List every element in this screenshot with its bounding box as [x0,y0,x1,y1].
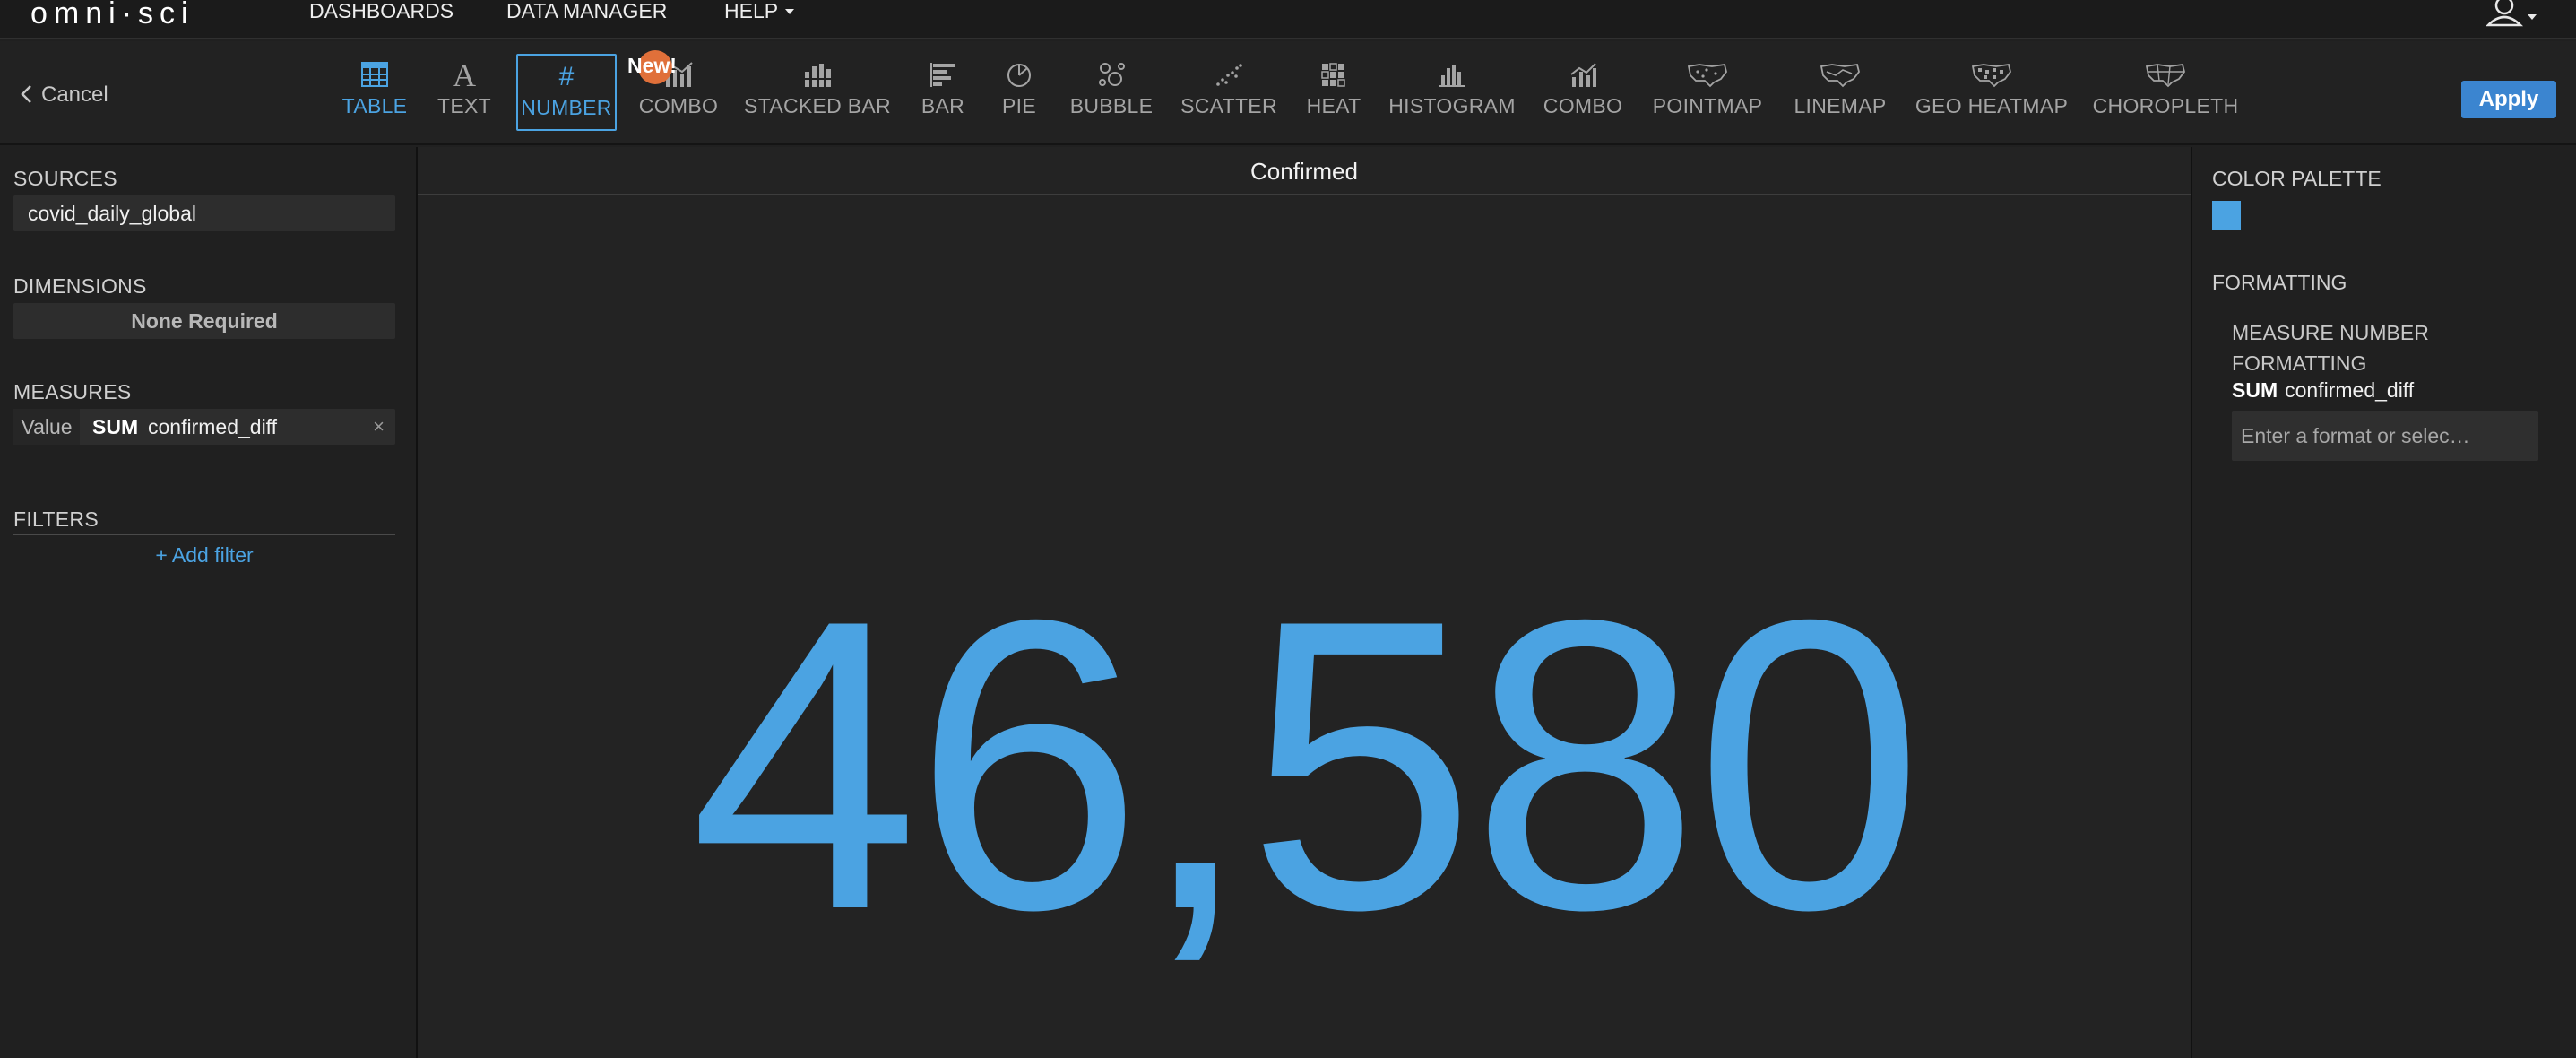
chart-type-label: HISTOGRAM [1388,94,1516,117]
measure-number-formatting-label-1: MEASURE NUMBER [2232,321,2429,344]
chart-type-label: GEO HEATMAP [1915,94,2069,117]
measure-number-formatting-label-2: FORMATTING [2232,351,2367,375]
chart-type-linemap[interactable]: LINEMAP [1793,57,1888,129]
geo-heatmap-icon [1971,63,2011,88]
choropleth-icon [2145,63,2185,88]
chart-type-heat[interactable]: HEAT [1305,57,1362,129]
left-panel: SOURCES covid_daily_global DIMENSIONS No… [0,147,414,1058]
formatting-title: FORMATTING [2212,271,2347,294]
dimensions-title: DIMENSIONS [13,274,147,298]
cancel-label: Cancel [41,82,108,107]
table-icon [361,62,388,87]
chart-type-label: COMBO [638,94,719,117]
chart-canvas: Confirmed 46,580 [416,147,2192,1058]
chart-type-choropleth[interactable]: CHOROPLETH [2093,57,2238,129]
measures-title: MEASURES [13,380,132,403]
filters-divider [13,534,395,535]
new-badge: New! [627,48,705,84]
chart-type-geo-heatmap[interactable]: GEO HEATMAP [1915,57,2069,129]
sources-title: SOURCES [13,167,117,190]
color-palette-title: COLOR PALETTE [2212,167,2382,190]
svg-text:#: # [559,63,575,90]
chart-type-label: TABLE [341,94,408,117]
nav-help[interactable]: HELP [724,0,795,22]
filters-title: FILTERS [13,507,99,531]
chart-type-label: HEAT [1306,94,1361,117]
user-menu[interactable] [2485,0,2540,29]
bubble-icon [1099,63,1125,86]
format-field-column: confirmed_diff [2285,378,2415,402]
chart-type-bubble[interactable]: BUBBLE [1067,57,1156,129]
combo-icon [1570,63,1596,87]
chart-type-label: CHOROPLETH [2092,94,2239,117]
nav-dashboards[interactable]: DASHBOARDS [309,0,454,22]
chart-type-label: STACKED BAR [744,94,891,117]
chart-type-label: NUMBER [521,96,612,119]
new-badge-label: New! [627,54,677,77]
nav-help-label: HELP [724,0,779,22]
heat-icon [1321,63,1345,87]
color-swatch[interactable] [2212,201,2241,230]
chevron-down-icon [785,9,795,14]
bar-icon [930,63,955,87]
measure-value-pill[interactable]: Value SUM confirmed_diff × [13,409,395,445]
measure-key-label: Value [13,409,80,445]
chart-type-label: BUBBLE [1069,94,1154,117]
remove-measure-icon[interactable]: × [373,409,385,445]
stacked-bar-icon [803,64,832,87]
chart-type-table[interactable]: TABLE [341,57,409,129]
chart-type-pointmap[interactable]: POINTMAP [1651,57,1764,129]
right-panel: COLOR PALETTE FORMATTING MEASURE NUMBER … [2194,147,2576,1058]
chart-type-label: BAR [921,94,965,117]
chart-type-scatter[interactable]: SCATTER [1180,57,1278,129]
chart-type-label: TEXT [437,94,491,117]
chart-type-histogram[interactable]: HISTOGRAM [1388,57,1516,129]
linemap-icon [1820,63,1860,88]
chart-type-label: POINTMAP [1652,94,1763,117]
source-select[interactable]: covid_daily_global [13,195,395,231]
measure-column[interactable]: confirmed_diff [148,409,277,445]
pointmap-icon [1687,63,1727,88]
svg-text:A: A [453,59,476,90]
chevron-left-icon [21,85,31,103]
format-input[interactable] [2232,411,2538,461]
user-icon [2485,0,2537,27]
pie-icon [1007,64,1031,87]
chart-title[interactable]: Confirmed [418,147,2191,195]
format-field-label: SUM confirmed_diff [2232,378,2414,403]
scatter-icon [1216,64,1242,86]
top-nav: omni·sci DASHBOARDS DATA MANAGER HELP [0,0,2576,39]
format-field-aggregate: SUM [2232,378,2278,402]
chart-type-toolbar: Cancel TABLE A TEXT # NUMBER COMBO STACK… [0,41,2576,145]
text-icon: A [453,59,476,90]
number-value: 46,580 [689,535,1924,995]
chart-type-stacked-bar[interactable]: STACKED BAR [744,57,891,129]
chart-type-pie[interactable]: PIE [995,57,1043,129]
add-filter-link[interactable]: + Add filter [13,543,395,568]
chart-type-combo[interactable]: COMBO [1542,57,1624,129]
dimensions-placeholder: None Required [13,303,395,339]
apply-button[interactable]: Apply [2461,81,2556,118]
omnisci-logo[interactable]: omni·sci [30,0,194,31]
chart-type-label: COMBO [1543,94,1623,117]
chart-type-number[interactable]: # NUMBER [516,54,617,131]
histogram-icon [1439,65,1465,87]
chart-type-label: LINEMAP [1794,94,1887,117]
cancel-button[interactable]: Cancel [20,82,108,108]
measure-aggregate[interactable]: SUM [92,409,138,445]
nav-data-manager[interactable]: DATA MANAGER [506,0,667,22]
chart-type-bar[interactable]: BAR [918,57,968,129]
chart-type-label: SCATTER [1180,94,1277,117]
number-icon: # [559,63,575,90]
chart-type-text[interactable]: A TEXT [434,57,495,129]
chart-type-label: PIE [1002,94,1036,117]
